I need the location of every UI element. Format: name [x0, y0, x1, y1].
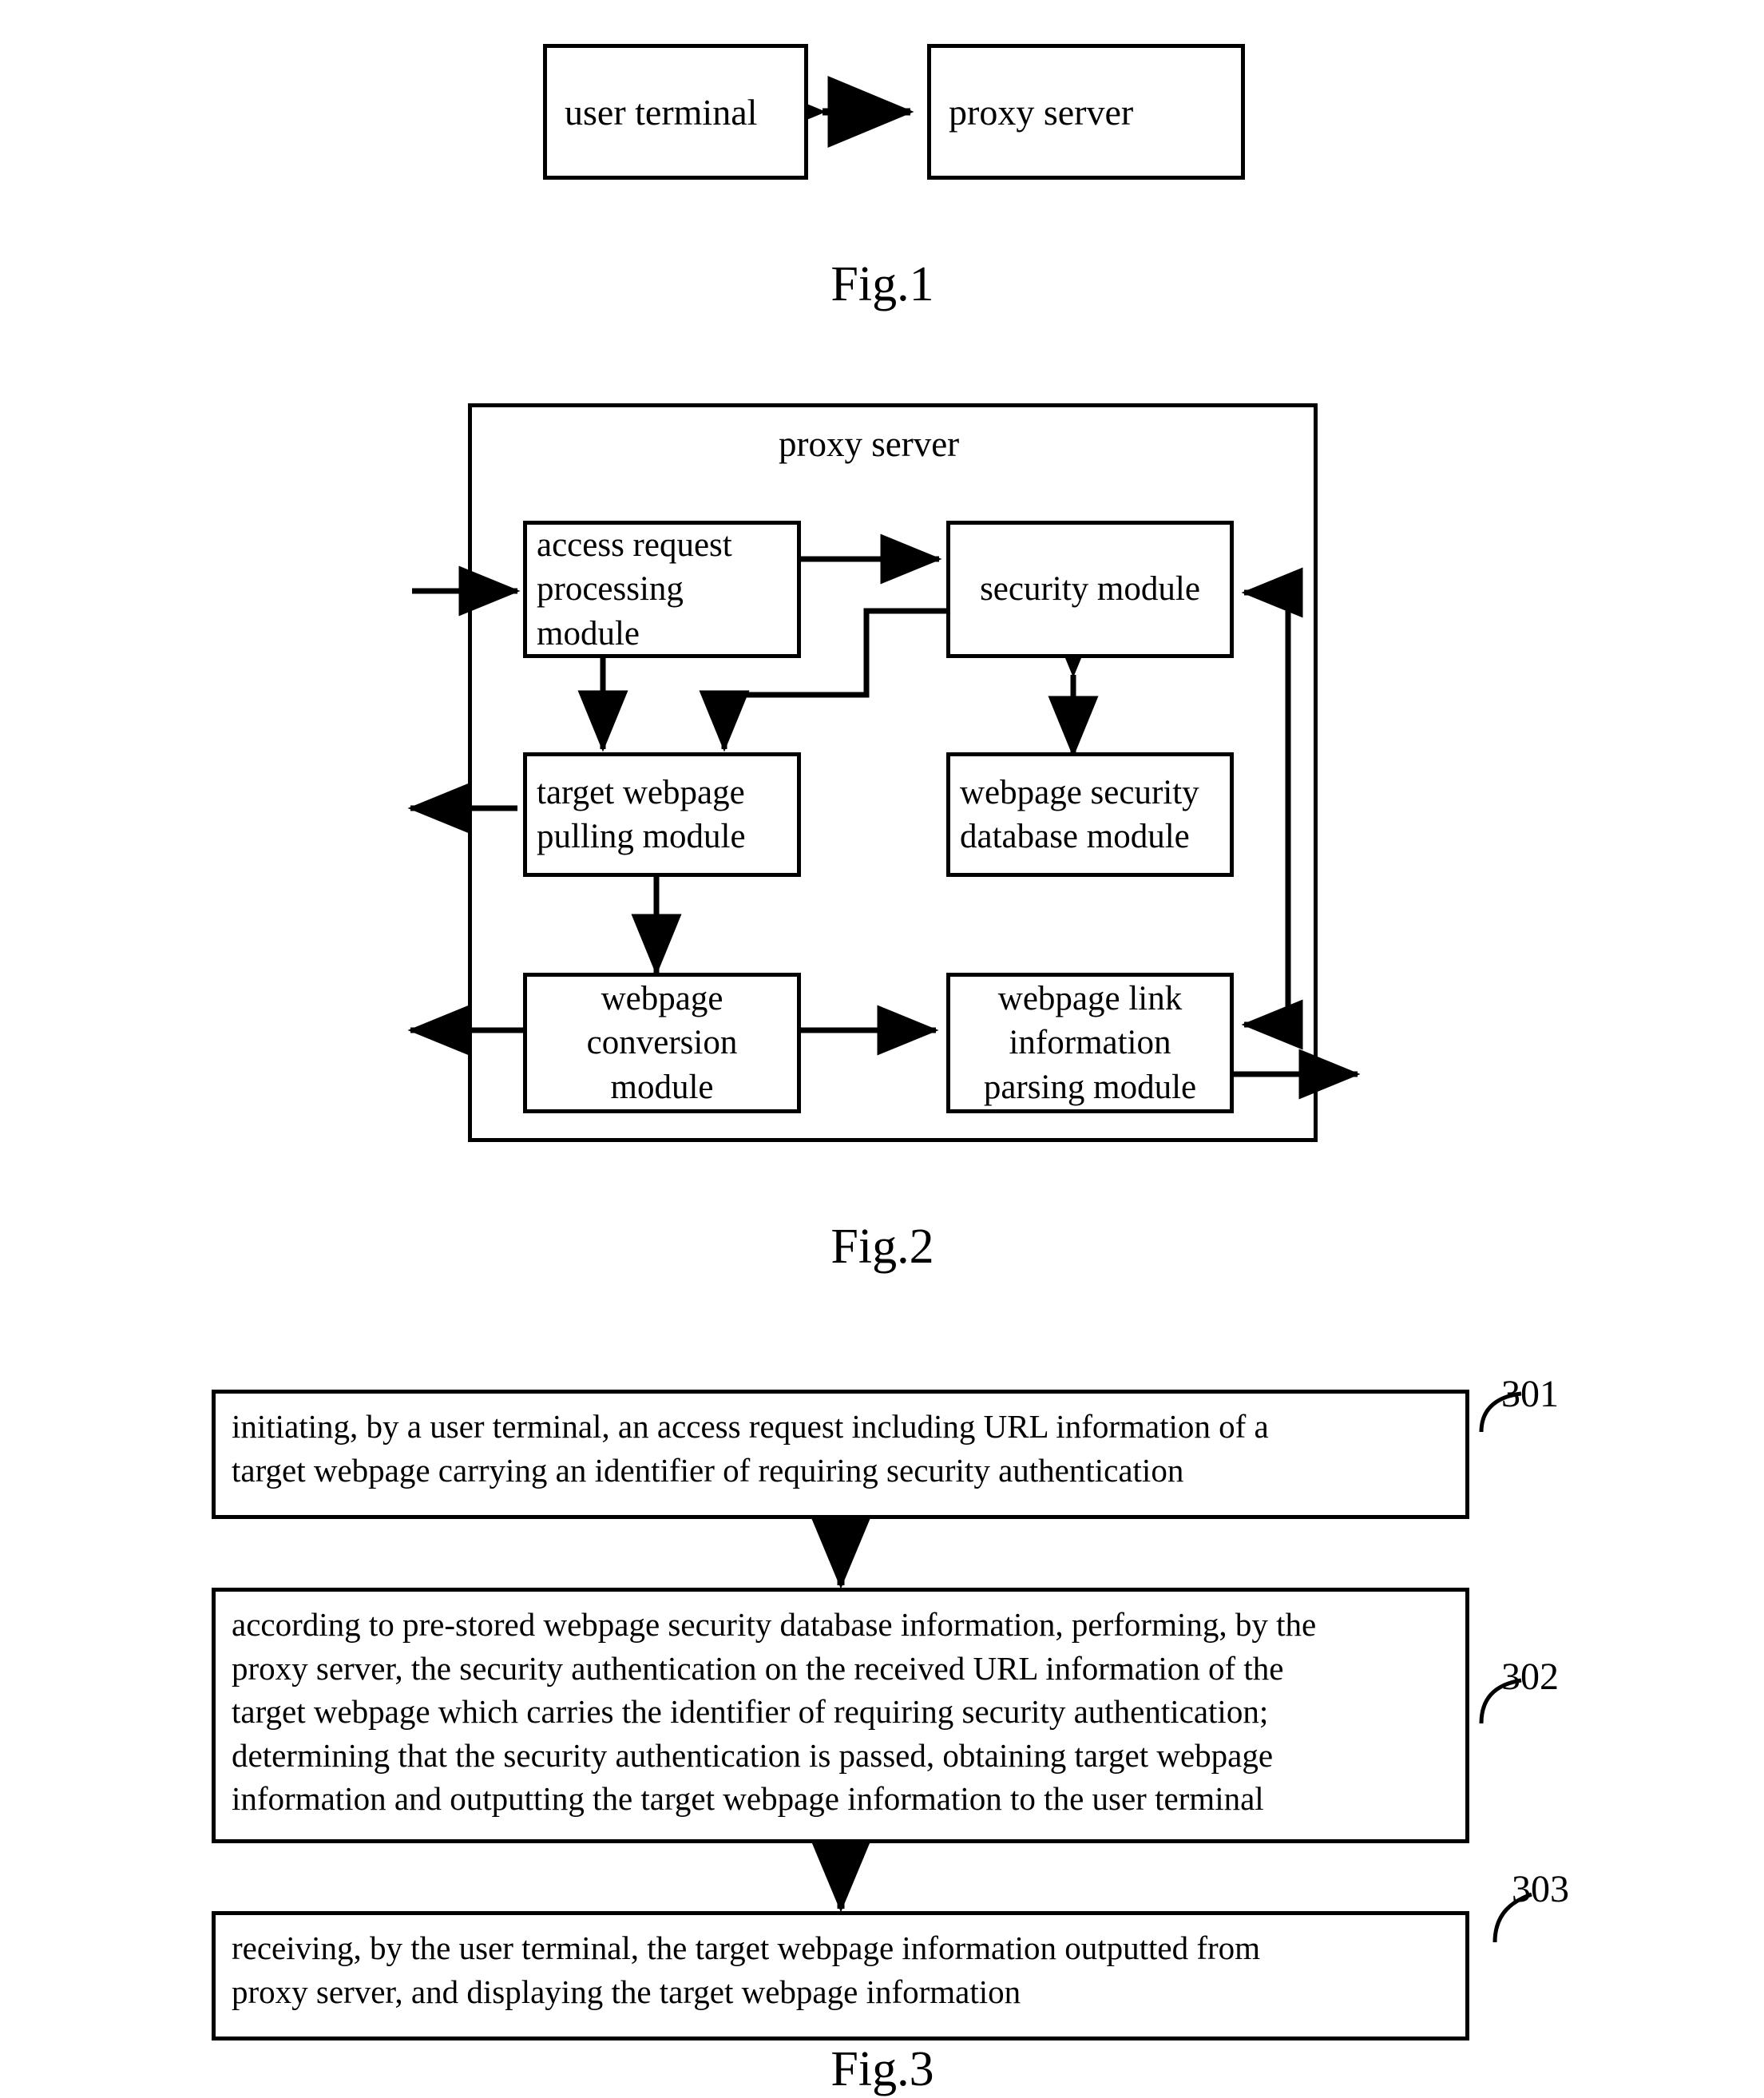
fig2-webpage-security-database-module: webpage security database module	[946, 752, 1234, 877]
fig2-access-request-processing-module: access request processing module	[523, 521, 801, 658]
fig2-caption: Fig.2	[830, 1220, 934, 1274]
step-301-text: initiating, by a user terminal, an acces…	[232, 1408, 1269, 1489]
webpage-link-information-parsing-module-label: webpage link information parsing module	[983, 980, 1197, 1106]
step-303-reference-number: 303	[1512, 1868, 1569, 1910]
fig1-node-proxy-server: proxy server	[927, 44, 1245, 180]
fig3-caption: Fig.3	[830, 2042, 934, 2096]
step-302-text: according to pre-stored webpage security…	[232, 1606, 1317, 1818]
fig3-step-302: according to pre-stored webpage security…	[212, 1588, 1469, 1843]
fig3-step-303: receiving, by the user terminal, the tar…	[212, 1911, 1469, 2040]
fig2-security-module: security module	[946, 521, 1234, 658]
fig1-proxy-server-label: proxy server	[949, 91, 1134, 133]
fig2-container-title: proxy server	[779, 424, 960, 464]
step-301-reference-number: 301	[1501, 1373, 1559, 1415]
fig2-target-webpage-pulling-module: target webpage pulling module	[523, 752, 801, 877]
step-302-reference-number: 302	[1501, 1656, 1559, 1698]
security-module-label: security module	[980, 570, 1200, 609]
fig1-user-terminal-label: user terminal	[565, 91, 758, 133]
fig2-webpage-link-information-parsing-module: webpage link information parsing module	[946, 973, 1234, 1113]
fig1-node-user-terminal: user terminal	[543, 44, 808, 180]
step-303-text: receiving, by the user terminal, the tar…	[232, 1929, 1261, 2010]
fig3-step-301: initiating, by a user terminal, an acces…	[212, 1390, 1469, 1519]
fig2-webpage-conversion-module: webpage conversion module	[523, 973, 801, 1113]
fig1-caption: Fig.1	[830, 257, 934, 311]
access-request-processing-module-label: access request processing module	[537, 526, 732, 652]
target-webpage-pulling-module-label: target webpage pulling module	[537, 773, 746, 855]
webpage-security-database-module-label: webpage security database module	[960, 773, 1199, 855]
webpage-conversion-module-label: webpage conversion module	[586, 980, 738, 1106]
